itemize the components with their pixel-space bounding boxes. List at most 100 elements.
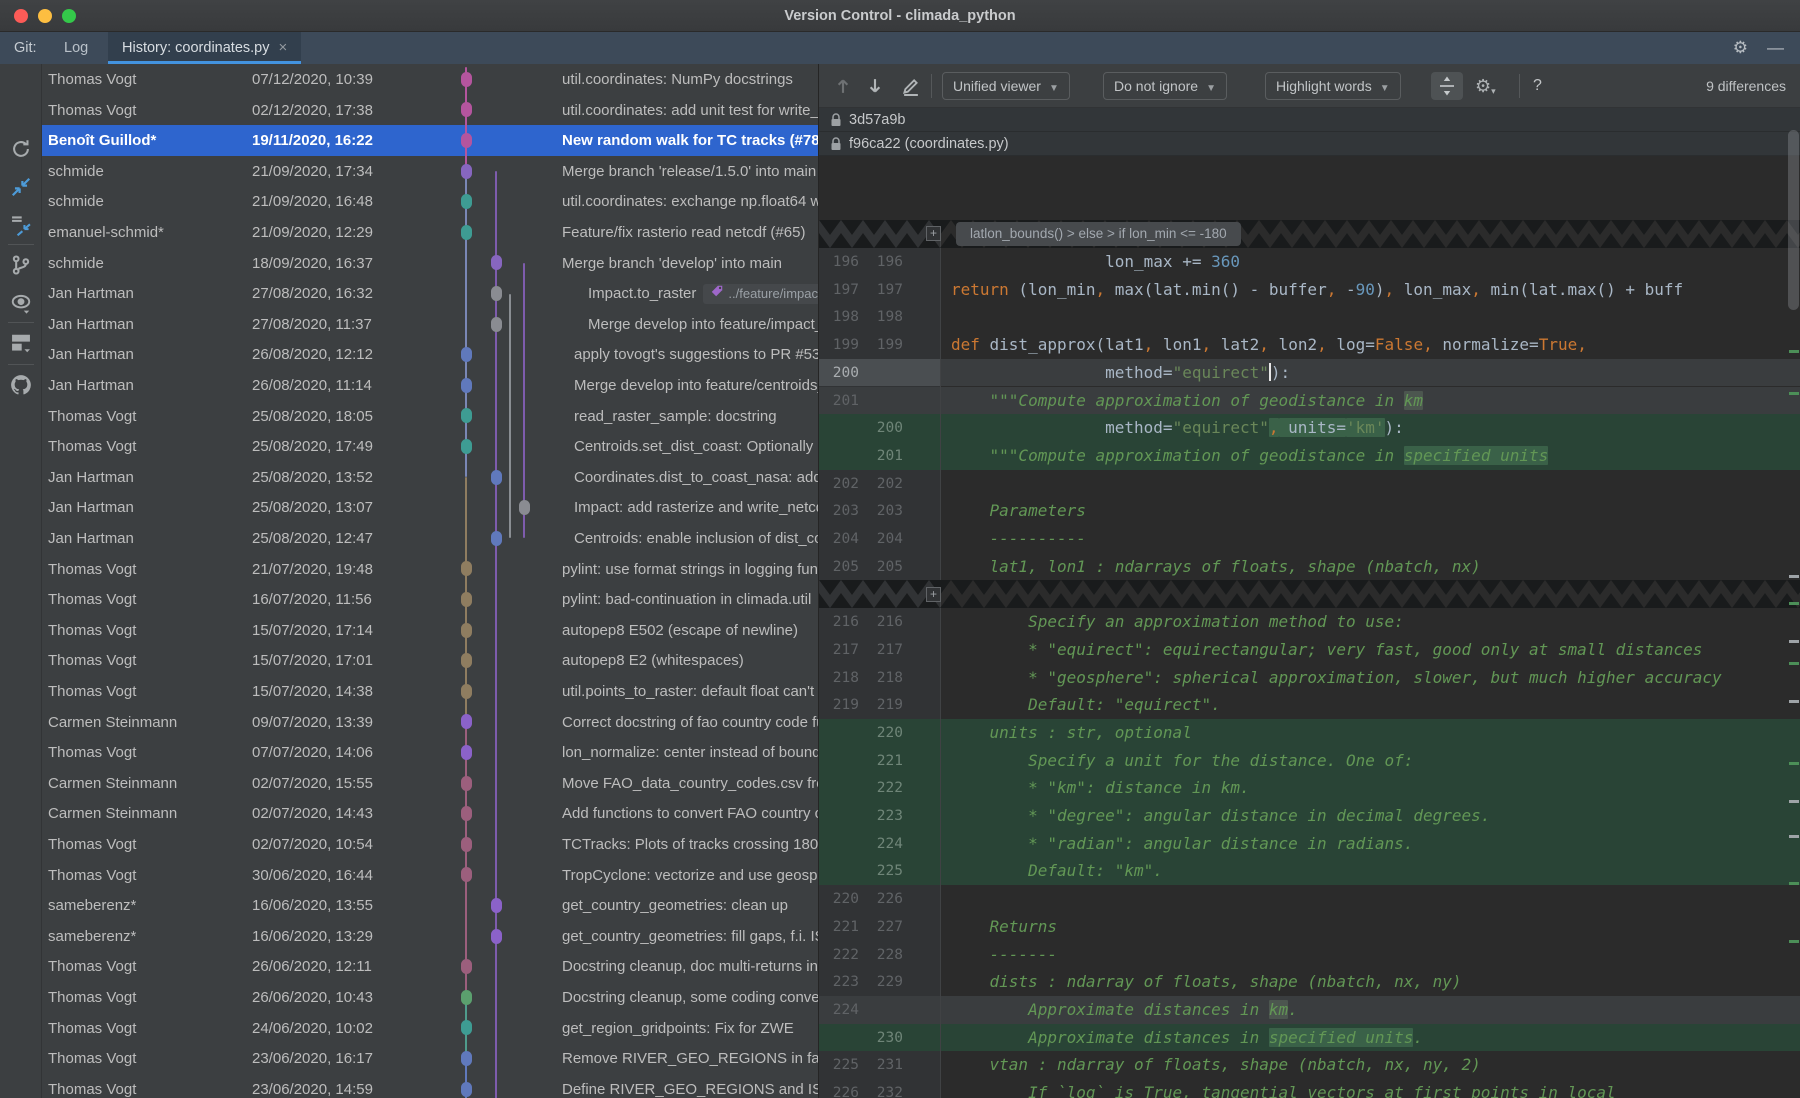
commit-row[interactable]: Thomas Vogt23/06/2020, 16:17Remove RIVER… xyxy=(42,1043,818,1074)
diff-line[interactable]: 224 Approximate distances in km. xyxy=(819,996,1800,1024)
commit-row[interactable]: Thomas Vogt15/07/2020, 17:14autopep8 E50… xyxy=(42,615,818,646)
commit-row[interactable]: Thomas Vogt30/06/2020, 16:44TropCyclone:… xyxy=(42,860,818,891)
diff-line[interactable]: 204204 ---------- xyxy=(819,525,1800,553)
expand-fold-icon[interactable]: + xyxy=(926,587,941,602)
commit-row[interactable]: Thomas Vogt02/07/2020, 10:54TCTracks: Pl… xyxy=(42,829,818,860)
diff-line[interactable]: 222 * "km": distance in km. xyxy=(819,774,1800,802)
diff-line[interactable]: 224 * "radian": angular distance in radi… xyxy=(819,830,1800,858)
commit-row[interactable]: Carmen Steinmann02/07/2020, 15:55Move FA… xyxy=(42,768,818,799)
commit-message: Merge branch 'develop' into main xyxy=(562,248,818,279)
commit-row[interactable]: Jan Hartman26/08/2020, 11:14Merge develo… xyxy=(42,370,818,401)
diff-settings-gear-icon[interactable]: ⚙▾ xyxy=(1475,72,1496,100)
github-icon[interactable] xyxy=(10,374,32,396)
commit-row[interactable]: Thomas Vogt21/07/2020, 19:48pylint: use … xyxy=(42,554,818,585)
commit-row[interactable]: Jan Hartman26/08/2020, 12:12apply tovogt… xyxy=(42,339,818,370)
commit-row[interactable]: Thomas Vogt24/06/2020, 10:02get_region_g… xyxy=(42,1013,818,1044)
tab-history[interactable]: History: coordinates.py× xyxy=(108,32,301,64)
next-difference-icon[interactable] xyxy=(865,76,885,96)
commit-row[interactable]: Thomas Vogt25/08/2020, 18:05read_raster_… xyxy=(42,401,818,432)
line-number-gutter: 197197 xyxy=(819,276,941,304)
diff-line[interactable]: 223229 dists : ndarray of floats, shape … xyxy=(819,968,1800,996)
fold-breadcrumb[interactable]: latlon_bounds() > else > if lon_min <= -… xyxy=(956,222,1241,246)
commit-row[interactable]: Thomas Vogt16/07/2020, 11:56pylint: bad-… xyxy=(42,584,818,615)
commit-row[interactable]: Thomas Vogt02/12/2020, 17:38util.coordin… xyxy=(42,95,818,126)
diff-line[interactable]: 218218 * "geosphere": spherical approxim… xyxy=(819,664,1800,692)
diff-line[interactable]: 217217 * "equirect": equirectangular; ve… xyxy=(819,636,1800,664)
diff-line[interactable]: 216216 Specify an approximation method t… xyxy=(819,608,1800,636)
diff-line[interactable]: 200 method="equirect", units='km'): xyxy=(819,414,1800,442)
collapse-unchanged-button[interactable] xyxy=(1431,72,1463,100)
close-tab-icon[interactable]: × xyxy=(278,39,287,56)
refresh-icon[interactable] xyxy=(10,138,32,160)
diff-line[interactable]: 221 Specify a unit for the distance. One… xyxy=(819,747,1800,775)
edit-source-icon[interactable] xyxy=(901,76,921,96)
whitespace-dropdown[interactable]: Do not ignore▼ xyxy=(1103,72,1227,100)
diff-line[interactable]: 226232 If `log` is True, tangential vect… xyxy=(819,1079,1800,1098)
help-icon[interactable]: ? xyxy=(1533,72,1542,100)
revision-row-2[interactable]: f96ca22 (coordinates.py) xyxy=(819,132,1800,156)
commit-row[interactable]: Thomas Vogt26/06/2020, 12:11Docstring cl… xyxy=(42,951,818,982)
diff-line[interactable]: 219219 Default: "equirect". xyxy=(819,691,1800,719)
diff-line[interactable]: 220 units : str, optional xyxy=(819,719,1800,747)
commit-row[interactable]: schmide21/09/2020, 17:34Merge branch 're… xyxy=(42,156,818,187)
commit-row[interactable]: Jan Hartman27/08/2020, 16:32Impact.to_ra… xyxy=(42,278,818,309)
scrollbar-change-mark xyxy=(1789,392,1799,395)
diff-line[interactable]: 220226 xyxy=(819,885,1800,913)
commit-message: get_region_gridpoints: Fix for ZWE xyxy=(562,1013,818,1044)
eye-icon[interactable] xyxy=(10,292,32,314)
diff-line[interactable]: 223 * "degree": angular distance in deci… xyxy=(819,802,1800,830)
previous-difference-icon[interactable] xyxy=(833,76,853,96)
diff-line[interactable]: 230 Approximate distances in specified u… xyxy=(819,1024,1800,1052)
commit-row[interactable]: emanuel-schmid*21/09/2020, 12:29Feature/… xyxy=(42,217,818,248)
settings-gear-icon[interactable]: ⚙ xyxy=(1733,39,1748,57)
diff-line[interactable]: 225 Default: "km". xyxy=(819,857,1800,885)
diff-line[interactable]: 200 method="equirect"): xyxy=(819,359,1800,387)
diff-line[interactable]: 225231 vtan : ndarray of floats, shape (… xyxy=(819,1051,1800,1079)
commit-row[interactable]: Jan Hartman27/08/2020, 11:37Merge develo… xyxy=(42,309,818,340)
branch-chip[interactable]: ../feature/impact_net... xyxy=(703,284,818,304)
commit-row[interactable]: Thomas Vogt25/08/2020, 17:49Centroids.se… xyxy=(42,431,818,462)
branch-icon[interactable] xyxy=(10,254,32,276)
diff-line[interactable]: 197197return (lon_min, max(lat.min() - b… xyxy=(819,276,1800,304)
diff-toolbar: Unified viewer▼ Do not ignore▼ Highlight… xyxy=(819,64,1800,108)
expand-fold-icon[interactable]: + xyxy=(926,226,941,241)
diff-line[interactable]: 203203 Parameters xyxy=(819,497,1800,525)
commit-row[interactable]: Jan Hartman25/08/2020, 13:52Coordinates.… xyxy=(42,462,818,493)
layout-icon[interactable] xyxy=(10,332,32,354)
commit-row[interactable]: sameberenz*16/06/2020, 13:55get_country_… xyxy=(42,890,818,921)
scrollbar-thumb[interactable] xyxy=(1788,130,1799,310)
diff-line[interactable]: 205205 lat1, lon1 : ndarrays of floats, … xyxy=(819,553,1800,581)
collapse-changes-icon[interactable] xyxy=(10,176,32,198)
line-number-gutter: 201 xyxy=(819,387,941,415)
commit-row[interactable]: Benoît Guillod*19/11/2020, 16:22New rand… xyxy=(42,125,818,156)
diff-line[interactable]: 201 """Compute approximation of geodista… xyxy=(819,387,1800,415)
commit-row[interactable]: Jan Hartman25/08/2020, 13:07Impact: add … xyxy=(42,492,818,523)
diff-line[interactable]: 222228 ------- xyxy=(819,941,1800,969)
commit-row[interactable]: Thomas Vogt23/06/2020, 14:59Define RIVER… xyxy=(42,1074,818,1098)
diff-line[interactable]: 199199def dist_approx(lat1, lon1, lat2, … xyxy=(819,331,1800,359)
highlight-mode-dropdown[interactable]: Highlight words▼ xyxy=(1265,72,1401,100)
commit-row[interactable]: schmide18/09/2020, 16:37Merge branch 'de… xyxy=(42,248,818,279)
commit-row[interactable]: Thomas Vogt26/06/2020, 10:43Docstring cl… xyxy=(42,982,818,1013)
diff-line[interactable]: 202202 xyxy=(819,470,1800,498)
tab-log[interactable]: Log xyxy=(50,32,102,64)
commit-row[interactable]: Thomas Vogt15/07/2020, 14:38util.points_… xyxy=(42,676,818,707)
commit-row[interactable]: schmide21/09/2020, 16:48util.coordinates… xyxy=(42,186,818,217)
diff-line[interactable]: 201 """Compute approximation of geodista… xyxy=(819,442,1800,470)
collapse-all-icon[interactable] xyxy=(10,214,32,236)
commit-row[interactable]: Thomas Vogt07/07/2020, 14:06lon_normaliz… xyxy=(42,737,818,768)
diff-line[interactable]: 221227 Returns xyxy=(819,913,1800,941)
commit-row[interactable]: Thomas Vogt15/07/2020, 17:01autopep8 E2 … xyxy=(42,645,818,676)
diff-line[interactable]: 198198 xyxy=(819,303,1800,331)
hide-toolwindow-icon[interactable]: — xyxy=(1767,38,1784,58)
commit-row[interactable]: Jan Hartman25/08/2020, 12:47Centroids: e… xyxy=(42,523,818,554)
viewer-mode-dropdown[interactable]: Unified viewer▼ xyxy=(942,72,1070,100)
commit-row[interactable]: Thomas Vogt07/12/2020, 10:39util.coordin… xyxy=(42,64,818,95)
revision-row-1[interactable]: 3d57a9b xyxy=(819,108,1800,132)
commit-row[interactable]: Carmen Steinmann02/07/2020, 14:43Add fun… xyxy=(42,798,818,829)
commit-row[interactable]: Carmen Steinmann09/07/2020, 13:39Correct… xyxy=(42,707,818,738)
line-number-gutter: 199199 xyxy=(819,331,941,359)
commit-row[interactable]: sameberenz*16/06/2020, 13:29get_country_… xyxy=(42,921,818,952)
commit-author: Jan Hartman xyxy=(48,339,246,370)
diff-line[interactable]: 196196 lon_max += 360 xyxy=(819,248,1800,276)
